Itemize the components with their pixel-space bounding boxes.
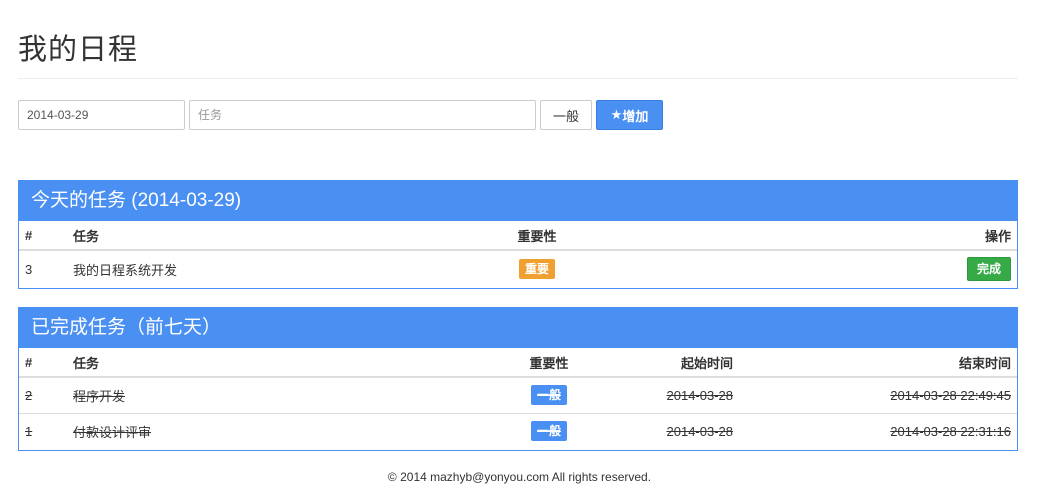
task-input[interactable]: [189, 100, 536, 130]
column-header-end: 结束时间: [739, 348, 1017, 378]
completed-tasks-panel: 已完成任务（前七天） # 任务 重要性 起始时间 结束时间 2 程序开发 一般 …: [18, 307, 1018, 451]
table-header-row: # 任务 重要性 起始时间 结束时间: [19, 348, 1017, 378]
column-header-task: 任务: [67, 348, 487, 378]
table-row: 3 我的日程系统开发 重要 完成: [19, 250, 1017, 287]
date-input[interactable]: [18, 100, 185, 130]
column-header-task: 任务: [67, 221, 487, 251]
importance-badge: 重要: [518, 259, 555, 279]
column-header-action: 操作: [587, 221, 1017, 251]
completed-tasks-heading: 已完成任务（前七天）: [19, 308, 1017, 348]
row-task: 程序开发: [73, 388, 126, 404]
row-start-time: 2014-03-28: [666, 387, 734, 403]
table-header-row: # 任务 重要性 操作: [19, 221, 1017, 251]
table-row: 2 程序开发 一般 2014-03-28 2014-03-28 22:49:45: [19, 377, 1017, 413]
row-num: 3: [25, 261, 33, 277]
row-num: 2: [25, 387, 33, 403]
today-tasks-panel: 今天的任务 (2014-03-29) # 任务 重要性 操作 3 我的日程系统开…: [18, 180, 1018, 289]
row-end-time: 2014-03-28 22:49:45: [890, 387, 1011, 403]
column-header-num: #: [19, 221, 67, 251]
page-title: 我的日程: [18, 34, 139, 66]
column-header-importance: 重要性: [487, 348, 611, 378]
row-num: 1: [19, 412, 67, 449]
importance-badge: 一般: [530, 385, 567, 406]
row-action: 完成: [587, 250, 1017, 287]
today-tasks-heading: 今天的任务 (2014-03-29): [19, 181, 1017, 221]
add-button[interactable]: ★ 增加: [596, 100, 663, 130]
row-importance: 重要: [487, 250, 587, 287]
priority-select-button[interactable]: 一般: [540, 100, 592, 130]
row-end-time: 2014-03-28 22:31:16: [739, 412, 1017, 449]
complete-button[interactable]: 完成: [966, 257, 1011, 281]
column-header-start: 起始时间: [611, 348, 739, 378]
row-importance: 一般: [487, 377, 611, 413]
completed-tasks-table: # 任务 重要性 起始时间 结束时间 2 程序开发 一般 2014-03-28 …: [19, 348, 1017, 449]
row-start-time: 2014-03-28: [611, 412, 739, 449]
add-button-label: 增加: [622, 108, 649, 124]
title-divider: [18, 78, 1018, 79]
row-task: 我的日程系统开发: [73, 262, 178, 278]
footer-copyright: © 2014 mazhyb@yonyou.com All rights rese…: [387, 470, 652, 484]
row-importance: 一般: [487, 412, 611, 449]
column-header-num: #: [19, 348, 67, 378]
row-task: 付款设计评审: [67, 412, 487, 449]
today-tasks-table: # 任务 重要性 操作 3 我的日程系统开发 重要 完成: [19, 221, 1017, 287]
star-icon: ★: [610, 107, 623, 122]
importance-badge: 一般: [530, 421, 567, 442]
column-header-importance: 重要性: [487, 221, 587, 251]
table-row: 1 付款设计评审 一般 2014-03-28 2014-03-28 22:31:…: [19, 412, 1017, 449]
